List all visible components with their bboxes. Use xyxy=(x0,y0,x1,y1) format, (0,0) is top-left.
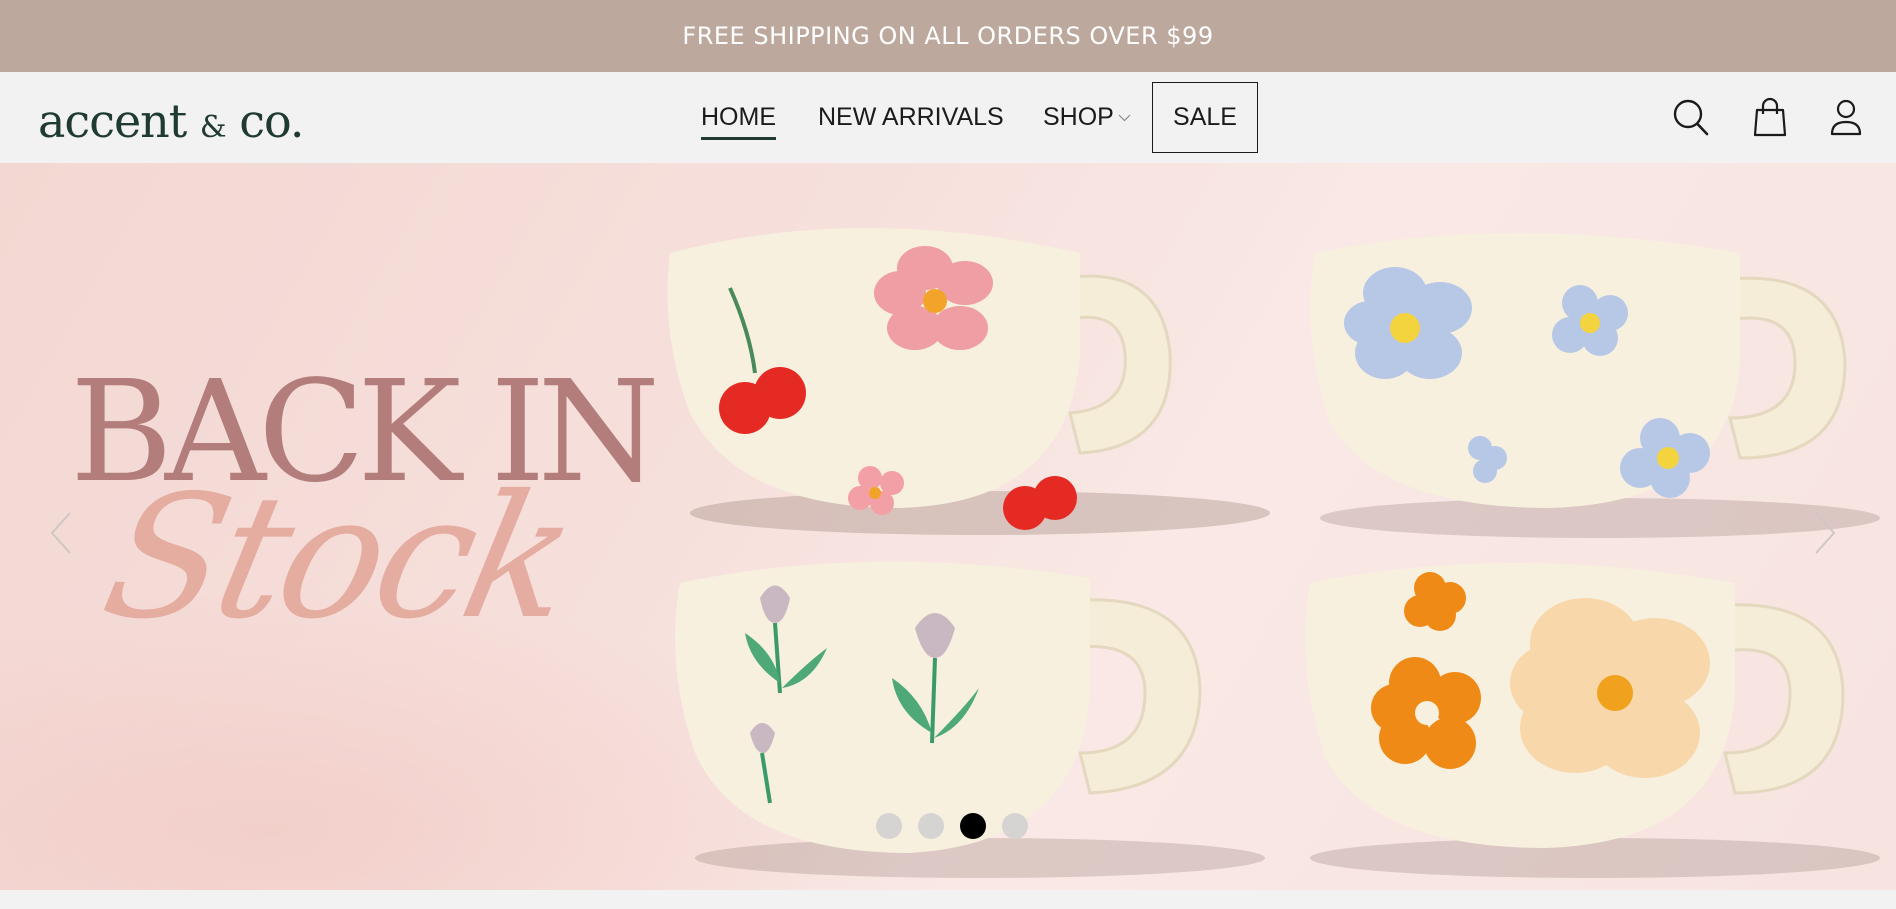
nav-active-underline xyxy=(701,137,776,140)
nav-shop-label: SHOP xyxy=(1043,103,1114,131)
hero-script-title: Stock xyxy=(88,459,587,657)
nav-new-arrivals[interactable]: NEW ARRIVALS xyxy=(818,72,1004,163)
slide-dot-2[interactable] xyxy=(918,813,944,839)
orange-flower-mug-image xyxy=(1305,563,1880,878)
site-header: accent & co. HOME NEW ARRIVALS SHOP SALE xyxy=(0,72,1896,163)
hero-slider: BACK IN Stock xyxy=(0,163,1896,890)
nav-home-label: HOME xyxy=(701,103,776,131)
nav-shop[interactable]: SHOP xyxy=(1043,72,1132,163)
slide-dot-1[interactable] xyxy=(876,813,902,839)
cherry-mug-image xyxy=(667,228,1270,535)
nav-new-arrivals-label: NEW ARRIVALS xyxy=(818,103,1004,131)
search-icon[interactable] xyxy=(1671,96,1711,138)
announcement-bar: FREE SHIPPING ON ALL ORDERS OVER $99 xyxy=(0,0,1896,72)
nav-home[interactable]: HOME xyxy=(701,72,776,163)
shopping-bag-icon[interactable] xyxy=(1750,96,1790,138)
nav-sale[interactable]: SALE xyxy=(1152,82,1258,153)
blue-flower-mug-image xyxy=(1310,233,1880,538)
slide-dot-4[interactable] xyxy=(1002,813,1028,839)
announcement-text: FREE SHIPPING ON ALL ORDERS OVER $99 xyxy=(682,22,1214,50)
user-icon[interactable] xyxy=(1826,96,1866,138)
chevron-left-icon[interactable] xyxy=(44,503,80,563)
chevron-down-icon xyxy=(1118,114,1131,122)
chevron-right-icon[interactable] xyxy=(1806,503,1842,563)
slide-dot-3-active[interactable] xyxy=(960,813,986,839)
nav-sale-label: SALE xyxy=(1173,103,1237,131)
slider-pagination xyxy=(876,813,1028,839)
main-nav: HOME NEW ARRIVALS SHOP SALE xyxy=(0,72,1896,163)
